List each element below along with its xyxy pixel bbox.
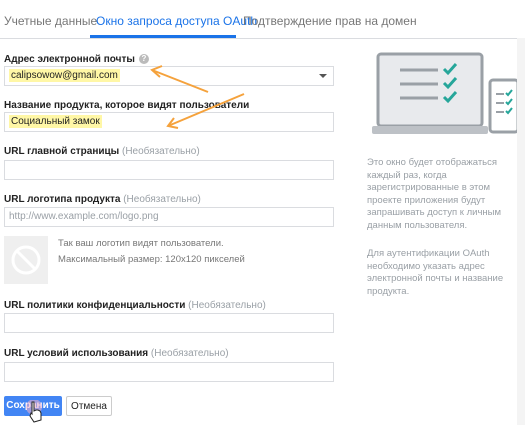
logo-preview xyxy=(4,236,48,284)
active-tab-indicator xyxy=(90,35,236,38)
privacy-url-label: URL политики конфиденциальности (Необяза… xyxy=(4,300,266,311)
terms-url-label: URL условий использования (Необязательно… xyxy=(4,348,229,359)
scrollbar[interactable] xyxy=(517,38,525,425)
tab-credentials[interactable]: Учетные данные xyxy=(4,14,97,28)
tab-oauth-consent[interactable]: Окно запроса доступа OAuth xyxy=(96,14,257,28)
homepage-url-field[interactable] xyxy=(4,160,334,180)
logo-size-hint: Максимальный размер: 120x120 пикселей xyxy=(58,254,245,265)
devices-illustration xyxy=(372,52,520,134)
tab-bar: Учетные данные Окно запроса доступа OAut… xyxy=(0,0,525,39)
product-name-value: Социальный замок xyxy=(9,115,102,128)
logo-url-field[interactable]: http://www.example.com/logo.png xyxy=(4,207,334,227)
logo-url-placeholder: http://www.example.com/logo.png xyxy=(9,211,159,222)
email-label: Адрес электронной почты? xyxy=(4,54,149,65)
privacy-url-field[interactable] xyxy=(4,313,334,333)
homepage-url-label: URL главной страницы (Необязательно) xyxy=(4,146,200,157)
terms-url-field[interactable] xyxy=(4,362,334,382)
email-value: calipsowow@gmail.com xyxy=(9,69,120,82)
tab-domain-verification[interactable]: Подтверждение прав на домен xyxy=(243,14,417,28)
chevron-down-icon xyxy=(319,74,327,78)
hand-cursor-icon xyxy=(26,400,42,423)
no-image-icon xyxy=(11,245,41,275)
logo-url-label: URL логотипа продукта (Необязательно) xyxy=(4,194,201,205)
side-info-text: Это окно будет отображаться каждый раз, … xyxy=(367,157,502,231)
cancel-button[interactable]: Отмена xyxy=(66,396,112,416)
annotation-arrows xyxy=(150,65,245,129)
logo-hint-text: Так ваш логотип видят пользователи. xyxy=(58,238,224,249)
side-oauth-note: Для аутентификации OAuth необходимо указ… xyxy=(367,248,504,297)
